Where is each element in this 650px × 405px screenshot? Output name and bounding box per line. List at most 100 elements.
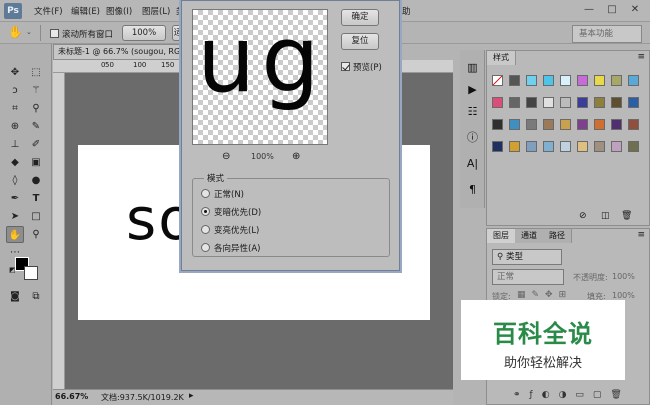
blur-tool-icon[interactable]: ◊ [6,172,24,189]
blend-mode-select[interactable]: 正常 [492,269,564,285]
hand-tool-icon[interactable]: ✋ [6,226,24,243]
clone-stamp-tool-icon[interactable]: ⊥ [6,136,24,153]
reset-button[interactable]: 复位 [341,33,379,50]
style-swatch[interactable] [560,75,571,86]
character-icon[interactable]: A| [464,156,481,172]
panel-menu-icon[interactable]: ≡ [637,230,645,240]
style-swatch[interactable] [628,119,639,130]
document-tab[interactable]: 未标题-1 @ 66.7% (sougou, RGB/8 [53,44,181,60]
style-swatch[interactable] [577,75,588,86]
style-swatch[interactable] [526,119,537,130]
histogram-icon[interactable]: ▥ [464,60,481,76]
style-swatch[interactable] [526,75,537,86]
layer-filter-select[interactable]: ⚲ 类型 [492,249,562,265]
zoom-100-button[interactable]: 100% [122,25,166,41]
preview-checkbox[interactable] [341,62,350,71]
style-swatch[interactable] [594,141,605,152]
style-swatch[interactable] [543,141,554,152]
tab-paths[interactable]: 路径 [543,229,572,243]
paragraph-icon[interactable]: ¶ [464,182,481,198]
style-swatch[interactable] [577,97,588,108]
trash-icon[interactable]: 🗑 [621,211,632,221]
style-swatch[interactable] [611,75,622,86]
mode-anisotropic-radio[interactable] [201,243,210,252]
menu-file[interactable]: 文件(F) [34,5,63,17]
style-swatch[interactable] [628,75,639,86]
scroll-all-windows-checkbox[interactable] [50,29,59,38]
actions-play-icon[interactable]: ▶ [464,82,481,98]
style-swatch[interactable] [543,97,554,108]
menu-layer[interactable]: 图层(L) [142,5,170,17]
pen-tool-icon[interactable]: ✒ [6,190,24,207]
mode-darker-radio[interactable] [201,207,210,216]
chevron-down-icon[interactable]: ⌄ [26,28,32,36]
style-swatch[interactable] [526,97,537,108]
style-swatch[interactable] [543,119,554,130]
style-swatch[interactable] [611,97,622,108]
opacity-value[interactable]: 100% [612,272,635,281]
style-swatch[interactable] [628,97,639,108]
zoom-out-icon[interactable]: ⊖ [222,151,230,162]
gradient-tool-icon[interactable]: ▣ [27,154,45,171]
style-swatch[interactable] [509,119,520,130]
preview-canvas[interactable]: ug [192,9,328,145]
history-brush-tool-icon[interactable]: ✐ [27,136,45,153]
style-swatch[interactable] [594,97,605,108]
style-swatch[interactable] [594,119,605,130]
menu-help[interactable]: 助 [402,5,411,17]
background-color-swatch[interactable] [24,266,38,280]
screen-mode-icon[interactable]: ⧉ [27,288,45,305]
clear-style-icon[interactable]: ⊘ [579,211,587,221]
mode-lighter-radio[interactable] [201,225,210,234]
lock-options-icon[interactable]: ▦✎✥⊞ [517,290,572,300]
default-colors-icon[interactable]: ◩ [9,266,16,274]
move-tool-icon[interactable]: ✥ [6,64,24,81]
style-swatch[interactable] [611,119,622,130]
maximize-button[interactable]: □ [601,2,623,18]
style-swatch[interactable] [509,141,520,152]
eraser-tool-icon[interactable]: ◆ [6,154,24,171]
style-swatch[interactable] [492,97,503,108]
layer-actions-icon[interactable]: ⚭ƒ◐◑▭▢🗑 [513,390,631,400]
tab-channels[interactable]: 通道 [515,229,544,243]
path-selection-tool-icon[interactable]: ➤ [6,208,24,225]
info-icon[interactable]: ⓘ [464,130,481,146]
brush-tool-icon[interactable]: ✎ [27,118,45,135]
minimize-button[interactable]: — [578,2,600,18]
zoom-in-icon[interactable]: ⊕ [292,151,300,162]
mode-normal-radio[interactable] [201,189,210,198]
status-menu-arrow-icon[interactable]: ▸ [189,391,194,401]
style-swatch[interactable] [526,141,537,152]
style-swatch[interactable] [594,75,605,86]
dodge-tool-icon[interactable]: ● [27,172,45,189]
style-swatch[interactable] [577,141,588,152]
style-swatch[interactable] [560,141,571,152]
style-swatch[interactable] [509,97,520,108]
workspace-select[interactable]: 基本功能 [572,25,642,43]
marquee-tool-icon[interactable]: ⬚ [27,64,45,81]
menu-edit[interactable]: 编辑(E) [71,5,100,17]
rectangle-tool-icon[interactable]: □ [27,208,45,225]
crop-tool-icon[interactable]: ⌗ [6,100,24,117]
style-swatch[interactable] [543,75,554,86]
style-swatch[interactable] [577,119,588,130]
style-swatch[interactable] [492,141,503,152]
fill-value[interactable]: 100% [612,291,635,300]
properties-icon[interactable]: ☷ [464,104,481,120]
style-swatch[interactable] [492,119,503,130]
tab-layers[interactable]: 图层 [487,229,516,243]
lasso-tool-icon[interactable]: ↄ [6,82,24,99]
style-swatch[interactable] [628,141,639,152]
healing-brush-tool-icon[interactable]: ⊕ [6,118,24,135]
status-zoom[interactable]: 66.67% [55,392,88,401]
style-swatch[interactable] [560,97,571,108]
type-tool-icon[interactable]: T [27,190,45,207]
tab-styles[interactable]: 样式 [487,51,516,65]
style-swatch[interactable] [560,119,571,130]
style-swatch[interactable] [611,141,622,152]
magic-wand-tool-icon[interactable]: ⚚ [27,82,45,99]
ok-button[interactable]: 确定 [341,9,379,26]
panel-menu-icon[interactable]: ≡ [637,52,645,62]
new-style-icon[interactable]: ◫ [601,211,610,221]
zoom-tool-icon[interactable]: ⚲ [27,226,45,243]
